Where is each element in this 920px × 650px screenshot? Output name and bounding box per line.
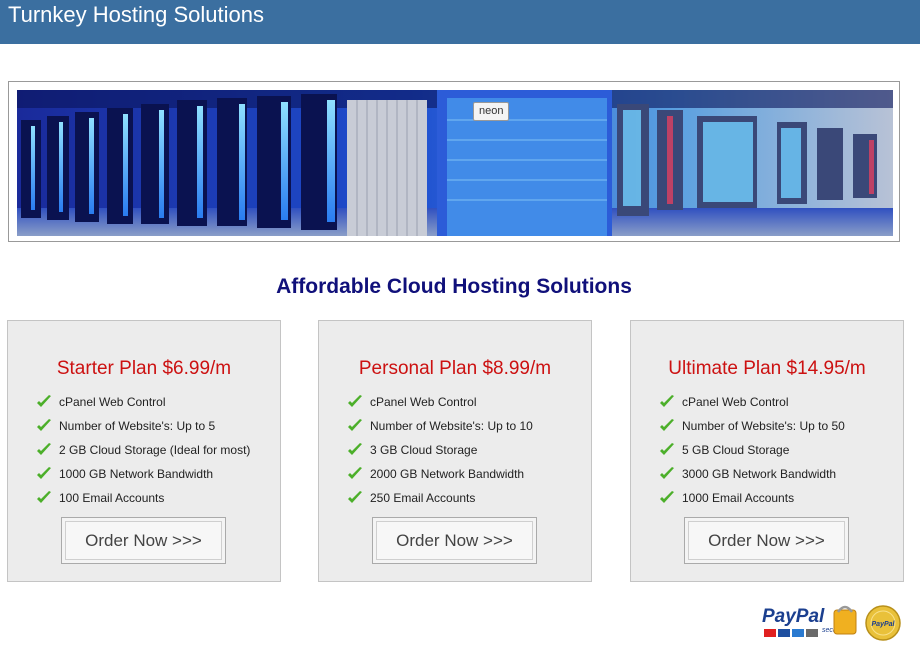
feature-text: cPanel Web Control: [59, 395, 166, 409]
check-icon: [348, 395, 362, 407]
list-item: 1000 Email Accounts: [659, 491, 845, 515]
check-icon: [660, 395, 674, 407]
check-icon: [348, 443, 362, 455]
feature-text: 250 Email Accounts: [370, 491, 476, 505]
feature-list: cPanel Web Control Number of Website's: …: [659, 395, 845, 515]
order-now-label: Order Now >>>: [376, 521, 533, 560]
list-item: 2 GB Cloud Storage (Ideal for most): [36, 443, 250, 467]
check-icon: [660, 491, 674, 503]
order-now-label: Order Now >>>: [688, 521, 845, 560]
check-icon: [348, 491, 362, 503]
check-icon: [660, 443, 674, 455]
check-icon: [37, 395, 51, 407]
check-icon: [660, 467, 674, 479]
check-icon: [348, 419, 362, 431]
plan-title: Personal Plan $8.99/m: [358, 358, 552, 379]
site-header: Turnkey Hosting Solutions: [0, 0, 920, 44]
seal-text: PayPal: [872, 621, 896, 628]
paypal-logo[interactable]: PayPal secure: [760, 604, 860, 644]
plan-title: Ultimate Plan $14.95/m: [668, 358, 866, 379]
plan-card-personal: Personal Plan $8.99/m cPanel Web Control…: [318, 320, 592, 582]
list-item: 5 GB Cloud Storage: [659, 443, 845, 467]
plan-title: Starter Plan $6.99/m: [56, 358, 232, 379]
section-heading: Affordable Cloud Hosting Solutions: [276, 275, 632, 298]
feature-list: cPanel Web Control Number of Website's: …: [347, 395, 533, 515]
list-item: 100 Email Accounts: [36, 491, 250, 515]
order-now-button[interactable]: Order Now >>>: [61, 517, 226, 564]
list-item: 3 GB Cloud Storage: [347, 443, 533, 467]
check-icon: [37, 419, 51, 431]
check-icon: [660, 419, 674, 431]
banner-image: [17, 90, 893, 236]
list-item: 2000 GB Network Bandwidth: [347, 467, 533, 491]
list-item: Number of Website's: Up to 50: [659, 419, 845, 443]
feature-text: Number of Website's: Up to 50: [682, 419, 845, 433]
feature-text: Number of Website's: Up to 5: [59, 419, 216, 433]
order-now-button[interactable]: Order Now >>>: [372, 517, 537, 564]
feature-text: cPanel Web Control: [682, 395, 789, 409]
check-icon: [37, 491, 51, 503]
check-icon: [348, 467, 362, 479]
list-item: Number of Website's: Up to 5: [36, 419, 250, 443]
feature-text: 2000 GB Network Bandwidth: [370, 467, 525, 481]
feature-text: 1000 Email Accounts: [682, 491, 795, 505]
list-item: 250 Email Accounts: [347, 491, 533, 515]
list-item: cPanel Web Control: [659, 395, 845, 419]
feature-text: 1000 GB Network Bandwidth: [59, 467, 214, 481]
feature-text: cPanel Web Control: [370, 395, 477, 409]
order-now-button[interactable]: Order Now >>>: [684, 517, 849, 564]
list-item: cPanel Web Control: [347, 395, 533, 419]
list-item: 1000 GB Network Bandwidth: [36, 467, 250, 491]
banner-tooltip: neon: [473, 102, 510, 121]
feature-text: 100 Email Accounts: [59, 491, 165, 505]
paypal-wordmark: PayPal: [762, 606, 825, 627]
banner-frame: neon: [8, 81, 900, 242]
feature-text: Number of Website's: Up to 10: [370, 419, 533, 433]
datacenter-illustration: [17, 90, 893, 236]
check-icon: [37, 443, 51, 455]
order-now-label: Order Now >>>: [65, 521, 222, 560]
paypal-verified-seal[interactable]: PayPal: [865, 605, 901, 641]
plan-card-starter: Starter Plan $6.99/m cPanel Web Control …: [7, 320, 281, 582]
feature-text: 5 GB Cloud Storage: [682, 443, 790, 457]
feature-text: 3 GB Cloud Storage: [370, 443, 478, 457]
feature-list: cPanel Web Control Number of Website's: …: [36, 395, 250, 515]
site-title: Turnkey Hosting Solutions: [8, 2, 264, 27]
check-icon: [37, 467, 51, 479]
list-item: Number of Website's: Up to 10: [347, 419, 533, 443]
list-item: 3000 GB Network Bandwidth: [659, 467, 845, 491]
plan-card-ultimate: Ultimate Plan $14.95/m cPanel Web Contro…: [630, 320, 904, 582]
feature-text: 2 GB Cloud Storage (Ideal for most): [59, 443, 251, 457]
feature-text: 3000 GB Network Bandwidth: [682, 467, 837, 481]
list-item: cPanel Web Control: [36, 395, 250, 419]
